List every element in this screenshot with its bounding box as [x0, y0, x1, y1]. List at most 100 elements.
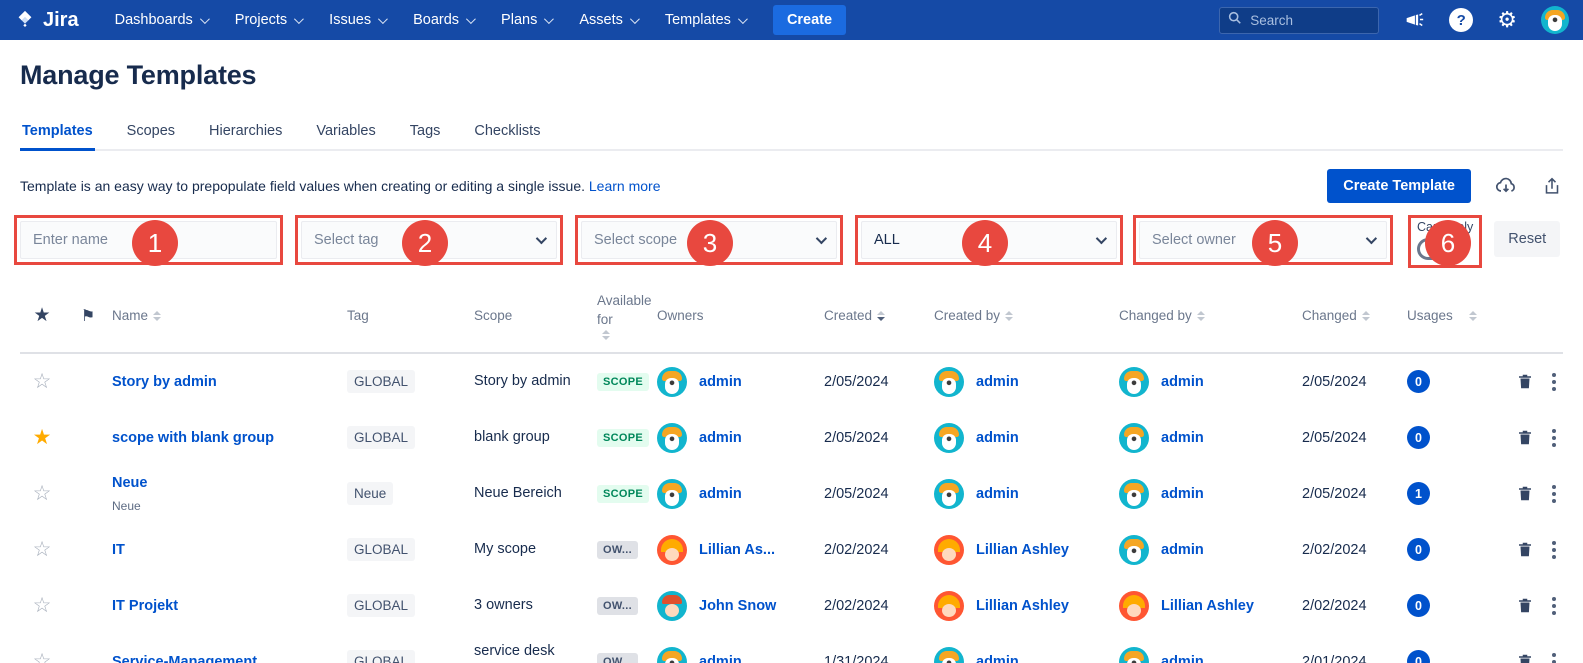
changed-by-avatar: [1119, 423, 1149, 453]
gear-icon[interactable]: ⚙: [1497, 9, 1517, 31]
menu-dashboards[interactable]: Dashboards: [115, 12, 207, 28]
tag-badge: GLOBAL: [347, 538, 415, 561]
created-by-link[interactable]: admin: [976, 486, 1019, 502]
delete-icon[interactable]: [1516, 652, 1534, 663]
sort-icon: [602, 330, 610, 340]
delete-icon[interactable]: [1516, 372, 1534, 391]
more-actions-icon[interactable]: [1550, 651, 1558, 663]
chevron-down-icon: [378, 14, 388, 24]
owner-link[interactable]: admin: [699, 486, 742, 502]
header-changed-by[interactable]: Changed by: [1119, 308, 1302, 323]
jira-logo[interactable]: Jira: [14, 9, 79, 32]
usages-badge: 0: [1407, 650, 1430, 663]
menu-assets[interactable]: Assets: [579, 12, 637, 28]
changed-by-avatar: [1119, 535, 1149, 565]
more-actions-icon[interactable]: [1550, 427, 1558, 449]
header-changed[interactable]: Changed: [1302, 308, 1407, 323]
delete-icon[interactable]: [1516, 428, 1534, 447]
owner-link[interactable]: admin: [699, 654, 742, 663]
owner-link[interactable]: Lillian As...: [699, 542, 775, 558]
changed-by-link[interactable]: admin: [1161, 654, 1204, 663]
user-avatar[interactable]: [1541, 6, 1569, 34]
megaphone-icon[interactable]: [1403, 9, 1425, 31]
template-name-link[interactable]: Story by admin: [112, 374, 217, 390]
more-actions-icon[interactable]: [1550, 539, 1558, 561]
delete-icon[interactable]: [1516, 596, 1534, 615]
favorite-star-icon[interactable]: [20, 593, 64, 618]
changed-by-link[interactable]: Lillian Ashley: [1161, 598, 1254, 614]
sort-icon: [1469, 311, 1477, 321]
created-by-avatar: [934, 479, 964, 509]
flag-column-icon[interactable]: ⚑: [64, 306, 112, 326]
export-share-icon[interactable]: [1541, 174, 1563, 198]
template-name-link[interactable]: Neue: [112, 475, 147, 491]
usages-badge: 0: [1407, 538, 1430, 561]
import-cloud-icon[interactable]: [1493, 174, 1519, 198]
favorite-star-icon[interactable]: [20, 369, 64, 394]
template-name-link[interactable]: scope with blank group: [112, 430, 274, 446]
tab-tags[interactable]: Tags: [408, 117, 443, 151]
search-box[interactable]: [1219, 7, 1379, 34]
header-owners[interactable]: Owners: [657, 308, 824, 323]
menu-issues[interactable]: Issues: [329, 12, 385, 28]
chevron-down-icon: [816, 233, 827, 244]
more-actions-icon[interactable]: [1550, 371, 1558, 393]
template-name-link[interactable]: IT Projekt: [112, 598, 178, 614]
created-by-link[interactable]: Lillian Ashley: [976, 542, 1069, 558]
owner-link[interactable]: admin: [699, 374, 742, 390]
toolbar-actions: Create Template: [1327, 169, 1563, 203]
header-usages[interactable]: Usages: [1407, 308, 1494, 323]
tag-badge: Neue: [347, 482, 393, 505]
menu-templates[interactable]: Templates: [665, 12, 745, 28]
delete-icon[interactable]: [1516, 540, 1534, 559]
menu-projects[interactable]: Projects: [235, 12, 301, 28]
sort-icon: [153, 311, 161, 321]
tab-checklists[interactable]: Checklists: [472, 117, 542, 151]
changed-by-link[interactable]: admin: [1161, 430, 1204, 446]
created-by-link[interactable]: Lillian Ashley: [976, 598, 1069, 614]
menu-boards[interactable]: Boards: [413, 12, 473, 28]
available-for-badge: OW...: [597, 597, 638, 615]
learn-more-link[interactable]: Learn more: [589, 178, 661, 194]
created-date: 2/05/2024: [824, 430, 934, 446]
toolbar-row: Template is an easy way to prepopulate f…: [20, 169, 1563, 203]
nav-create-button[interactable]: Create: [773, 5, 846, 35]
template-name-link[interactable]: IT: [112, 542, 125, 558]
chevron-down-icon: [466, 14, 476, 24]
created-by-link[interactable]: admin: [976, 430, 1019, 446]
sort-icon: [1362, 311, 1370, 321]
tab-hierarchies[interactable]: Hierarchies: [207, 117, 284, 151]
owner-link[interactable]: John Snow: [699, 598, 776, 614]
header-tag[interactable]: Tag: [347, 308, 474, 323]
created-by-link[interactable]: admin: [976, 374, 1019, 390]
template-name-link[interactable]: Service-Management: [112, 654, 257, 663]
favorite-star-icon[interactable]: [20, 537, 64, 562]
changed-date: 2/02/2024: [1302, 598, 1407, 614]
favorite-star-icon[interactable]: [20, 649, 64, 663]
more-actions-icon[interactable]: [1550, 483, 1558, 505]
header-created-by[interactable]: Created by: [934, 308, 1119, 323]
help-icon[interactable]: ?: [1449, 8, 1473, 32]
changed-by-link[interactable]: admin: [1161, 542, 1204, 558]
delete-icon[interactable]: [1516, 484, 1534, 503]
changed-by-link[interactable]: admin: [1161, 374, 1204, 390]
tab-scopes[interactable]: Scopes: [125, 117, 177, 151]
star-column-icon[interactable]: ★: [20, 304, 64, 327]
created-by-link[interactable]: admin: [976, 654, 1019, 663]
owner-link[interactable]: admin: [699, 430, 742, 446]
favorite-star-icon[interactable]: [20, 425, 64, 450]
create-template-button[interactable]: Create Template: [1327, 169, 1471, 203]
header-created[interactable]: Created: [824, 308, 934, 323]
more-actions-icon[interactable]: [1550, 595, 1558, 617]
tab-templates[interactable]: Templates: [20, 117, 95, 151]
changed-by-link[interactable]: admin: [1161, 486, 1204, 502]
search-input[interactable]: [1250, 13, 1360, 28]
header-name[interactable]: Name: [112, 308, 347, 323]
header-scope[interactable]: Scope: [474, 308, 597, 323]
header-available-for[interactable]: Available for: [597, 292, 657, 340]
tab-variables[interactable]: Variables: [314, 117, 377, 151]
favorite-star-icon[interactable]: [20, 481, 64, 506]
reset-button[interactable]: Reset: [1494, 221, 1560, 257]
menu-plans[interactable]: Plans: [501, 12, 551, 28]
tag-badge: GLOBAL: [347, 650, 415, 663]
